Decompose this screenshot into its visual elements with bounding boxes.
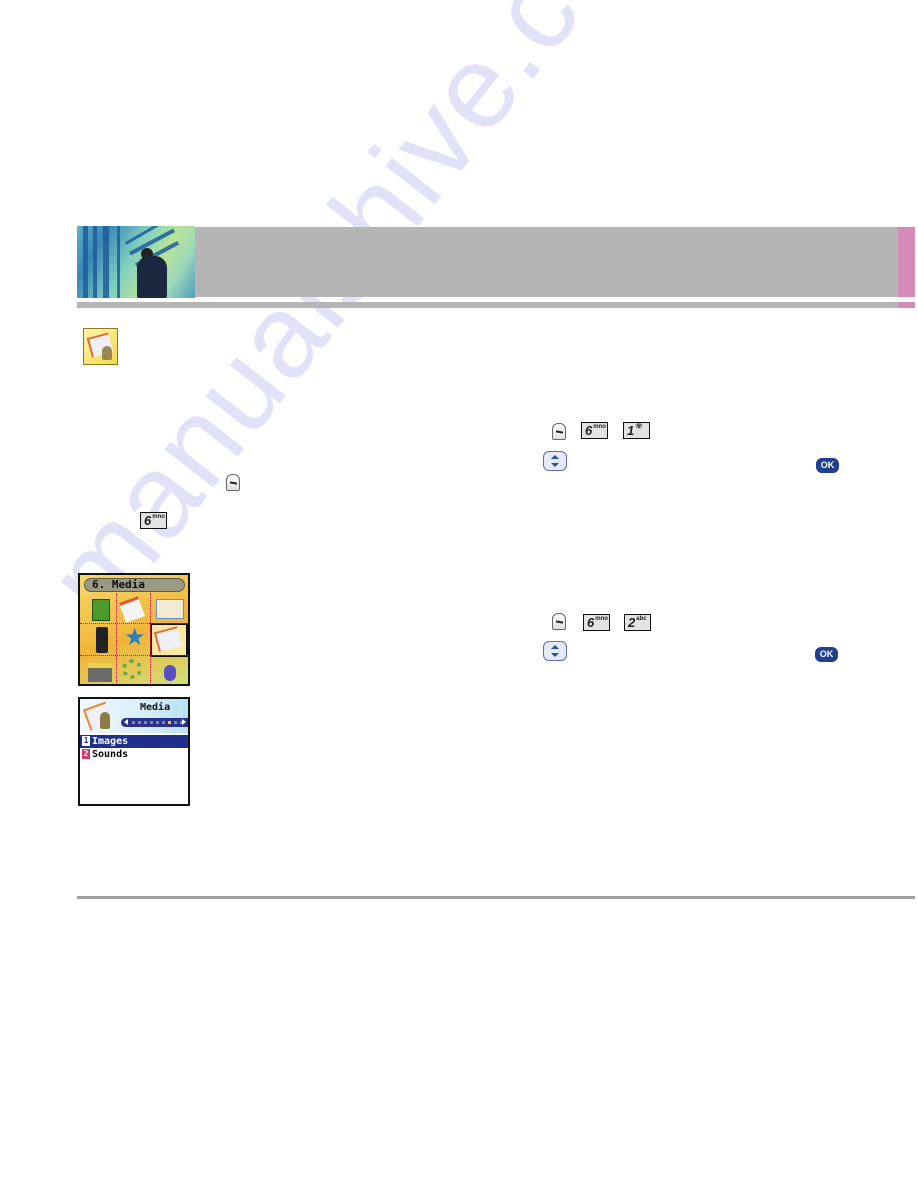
media-menu-screen: Media 1 Images 2 Sounds	[78, 697, 190, 806]
toolbox-icon	[88, 663, 112, 682]
menu-item-sounds[interactable]: 2 Sounds	[80, 748, 188, 761]
key-6-icon: 6mno	[140, 512, 167, 529]
navigation-key-icon	[543, 451, 567, 471]
header-band	[195, 227, 898, 297]
contacts-icon	[92, 599, 110, 621]
screen-title: Media	[140, 702, 171, 713]
key-1-icon: 1☏	[623, 422, 650, 439]
navigation-key-icon	[543, 641, 567, 661]
page-indicator	[121, 718, 188, 727]
calendar-icon	[119, 596, 145, 623]
header-rule-tab	[898, 302, 915, 308]
arrow-right-icon	[182, 719, 186, 725]
screen-header: Media	[80, 699, 188, 733]
settings-gears-icon	[122, 659, 142, 679]
key-2-icon: 2abc	[624, 614, 651, 631]
arrow-left-icon	[124, 719, 128, 725]
menu-item-images[interactable]: 1 Images	[80, 735, 188, 748]
main-menu-screen: 6. Media ★	[78, 573, 190, 686]
header-rule	[77, 302, 898, 308]
screen-title: 6. Media	[84, 578, 185, 592]
favorites-star-icon: ★	[124, 623, 146, 651]
watermark: manualshive.com	[21, 0, 710, 643]
footer-rule	[77, 896, 915, 899]
key-6-icon: 6mno	[583, 614, 610, 631]
key-6-icon: 6mno	[581, 422, 608, 439]
header-photo	[77, 226, 195, 298]
left-soft-key-icon	[226, 474, 240, 491]
ok-key-icon: OK	[815, 647, 838, 662]
phone-icon	[96, 627, 108, 653]
ok-key-icon: OK	[816, 458, 839, 473]
mouse-icon	[164, 665, 176, 681]
messages-icon	[156, 599, 184, 619]
left-soft-key-icon	[552, 613, 566, 630]
media-menu-icon	[83, 328, 118, 365]
section-tab	[898, 227, 915, 297]
left-soft-key-icon	[552, 423, 566, 440]
